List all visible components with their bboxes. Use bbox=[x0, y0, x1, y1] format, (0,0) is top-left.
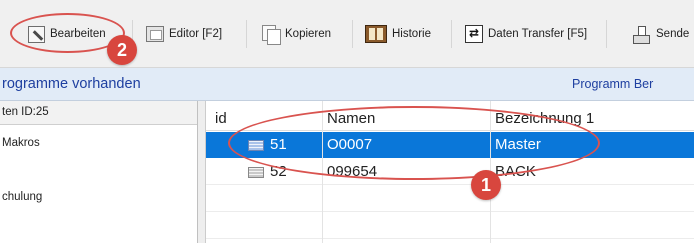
toolbar-separator bbox=[352, 20, 353, 48]
editor-button[interactable]: Editor [F2] bbox=[146, 22, 222, 46]
toolbar-separator bbox=[246, 20, 247, 48]
senden-label: Sende bbox=[656, 28, 690, 40]
daten-transfer-button[interactable]: ⇄ Daten Transfer [F5] bbox=[465, 22, 587, 46]
historie-label: Historie bbox=[392, 28, 431, 40]
panel-splitter[interactable] bbox=[198, 101, 206, 243]
copy-icon bbox=[262, 25, 281, 45]
transfer-icon: ⇄ bbox=[465, 25, 483, 43]
historie-button[interactable]: Historie bbox=[365, 22, 431, 46]
history-icon bbox=[365, 25, 387, 43]
folder-panel: ten ID:25 Makros chulung bbox=[0, 101, 198, 243]
toolbar-separator bbox=[606, 20, 607, 48]
folder-item-schulung[interactable]: chulung bbox=[2, 191, 42, 203]
column-header-id[interactable]: id bbox=[215, 110, 227, 127]
senden-button[interactable]: Sende bbox=[631, 22, 689, 46]
annotation-badge-1: 1 bbox=[471, 170, 501, 200]
info-bar: rogramme vorhanden Programm Ber bbox=[0, 68, 694, 101]
editor-label: Editor [F2] bbox=[169, 28, 223, 40]
toolbar-separator bbox=[451, 20, 452, 48]
table-row-empty bbox=[206, 186, 694, 212]
kopieren-button[interactable]: Kopieren bbox=[262, 22, 331, 46]
folder-panel-header: ten ID:25 bbox=[0, 101, 197, 125]
programs-status-text: rogramme vorhanden bbox=[2, 76, 141, 92]
folder-panel-title: ten ID:25 bbox=[2, 106, 49, 118]
program-info-link[interactable]: Programm Ber bbox=[572, 77, 653, 91]
kopieren-label: Kopieren bbox=[285, 28, 332, 40]
editor-icon bbox=[146, 26, 164, 42]
send-icon bbox=[631, 25, 651, 44]
program-file-icon bbox=[248, 167, 264, 178]
table-row-empty bbox=[206, 213, 694, 239]
daten-transfer-label: Daten Transfer [F5] bbox=[488, 28, 588, 40]
annotation-badge-2: 2 bbox=[107, 35, 137, 65]
folder-item-makros[interactable]: Makros bbox=[2, 137, 40, 149]
annotation-ellipse-row bbox=[228, 106, 600, 180]
